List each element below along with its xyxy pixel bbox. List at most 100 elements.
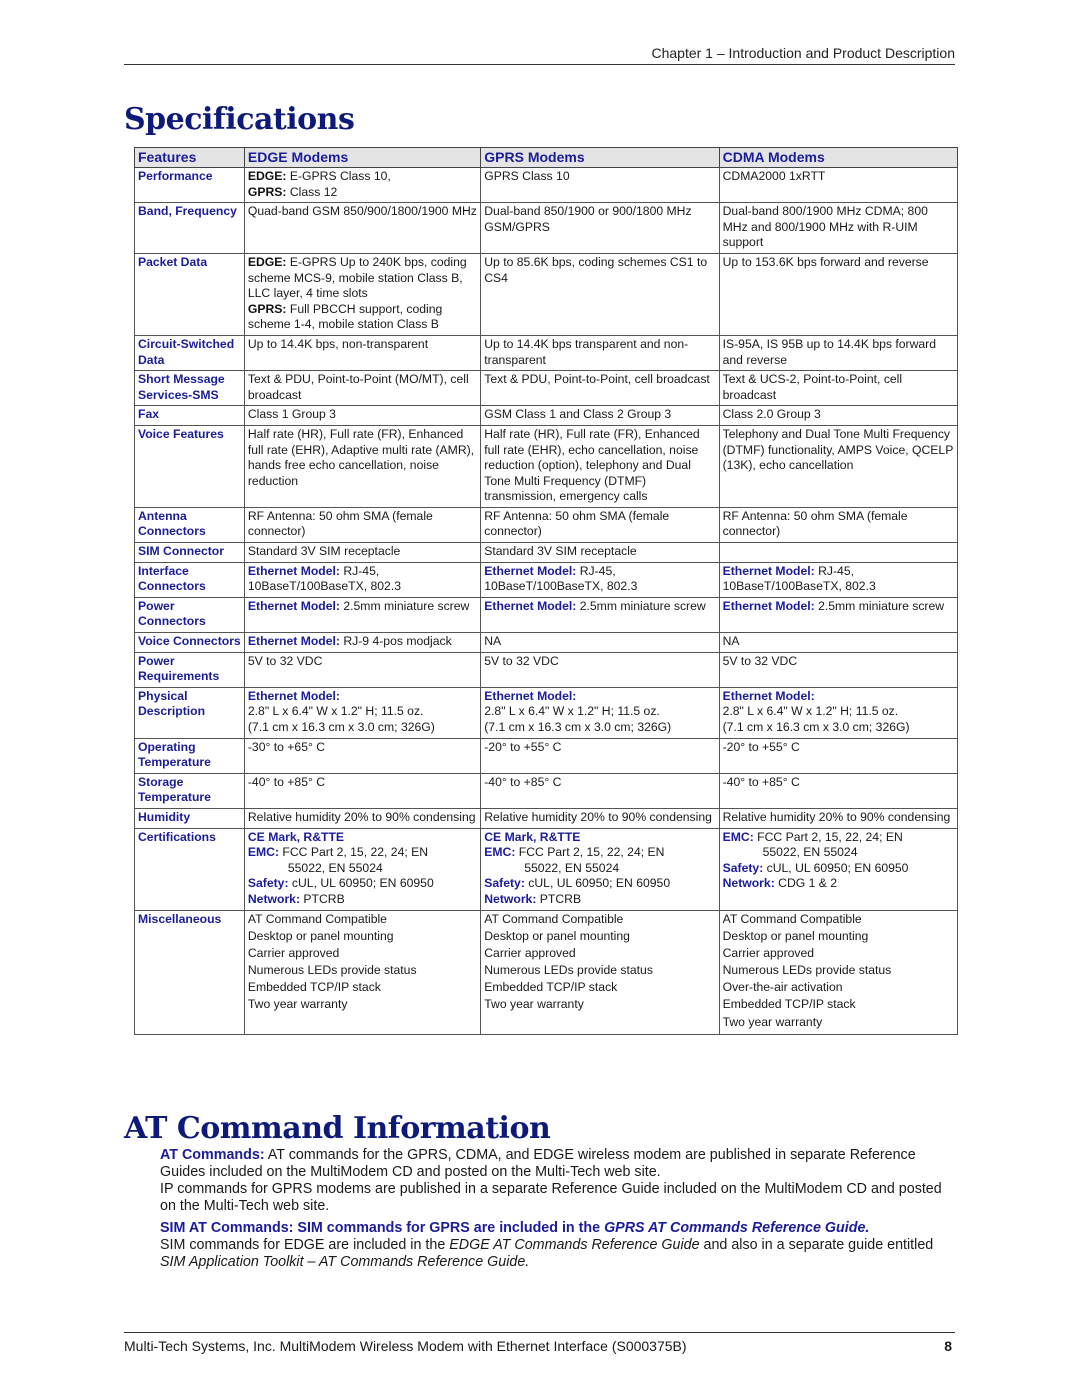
- gprs-cell: GSM Class 1 and Class 2 Group 3: [480, 405, 720, 426]
- table-header-row: Features EDGE Modems GPRS Modems CDMA Mo…: [134, 147, 959, 168]
- table-row-interface-connectors: Interface Connectors Ethernet Model: RJ-…: [134, 561, 959, 598]
- feature-label: Voice Features: [134, 424, 245, 508]
- feature-label: Miscellaneous: [134, 909, 245, 1035]
- edge-cell: Quad-band GSM 850/900/1800/1900 MHz: [243, 202, 482, 254]
- at-command-heading: AT Command Information: [124, 1111, 551, 1146]
- table-row-certifications: Certifications CE Mark, R&TTE EMC: FCC P…: [134, 827, 959, 911]
- table-row-power-requirements: Power Requirements 5V to 32 VDC 5V to 32…: [134, 651, 959, 688]
- cdma-cell: -40° to +85° C: [718, 772, 959, 809]
- table-row-antenna: Antenna Connectors RF Antenna: 50 ohm SM…: [134, 506, 959, 544]
- gprs-cell: GPRS Class 10: [480, 166, 720, 204]
- edge-cell: Relative humidity 20% to 90% condensing: [243, 807, 482, 829]
- page-number: 8: [944, 1338, 952, 1354]
- cdma-cell: Text & UCS-2, Point-to-Point, cell broad…: [718, 370, 959, 407]
- edge-cell: Ethernet Model: RJ-9 4-pos modjack: [243, 632, 482, 653]
- cdma-cell: Relative humidity 20% to 90% condensing: [718, 807, 959, 829]
- edge-cell: CE Mark, R&TTE EMC: FCC Part 2, 15, 22, …: [243, 827, 482, 911]
- feature-label: Antenna Connectors: [134, 506, 245, 544]
- gprs-cell: CE Mark, R&TTE EMC: FCC Part 2, 15, 22, …: [480, 827, 720, 911]
- specifications-table: Features EDGE Modems GPRS Modems CDMA Mo…: [134, 147, 959, 1035]
- edge-cell: Up to 14.4K bps, non-transparent: [243, 334, 482, 372]
- gprs-cell: NA: [480, 632, 720, 653]
- feature-label: Packet Data: [134, 252, 245, 336]
- column-header-gprs: GPRS Modems: [480, 147, 720, 168]
- gprs-cell: RF Antenna: 50 ohm SMA (female connector…: [480, 506, 720, 544]
- table-row-storage-temperature: Storage Temperature -40° to +85° C -40° …: [134, 772, 959, 809]
- at-commands-paragraph: AT Commands: AT commands for the GPRS, C…: [160, 1147, 916, 1180]
- gprs-cell: Up to 14.4K bps transparent and non-tran…: [480, 334, 720, 372]
- edge-cell: Class 1 Group 3: [243, 405, 482, 426]
- gprs-cell: Ethernet Model: 2.8" L x 6.4" W x 1.2" H…: [480, 686, 720, 739]
- edge-cell: -30° to +65° C: [243, 737, 482, 774]
- feature-label: Band, Frequency: [134, 202, 245, 254]
- table-row-operating-temperature: Operating Temperature -30° to +65° C -20…: [134, 737, 959, 774]
- edge-cell: Ethernet Model: RJ-45, 10BaseT/100BaseTX…: [243, 561, 482, 598]
- feature-label: Performance: [134, 166, 245, 204]
- cdma-cell: Up to 153.6K bps forward and reverse: [718, 252, 959, 336]
- edge-cell: 5V to 32 VDC: [243, 651, 482, 688]
- table-row-performance: Performance EDGE: E-GPRS Class 10, GPRS:…: [134, 166, 959, 204]
- table-row-humidity: Humidity Relative humidity 20% to 90% co…: [134, 807, 959, 829]
- cdma-cell: Ethernet Model: 2.5mm miniature screw: [718, 596, 959, 634]
- table-row-voice-features: Voice Features Half rate (HR), Full rate…: [134, 424, 959, 508]
- column-header-edge: EDGE Modems: [243, 147, 482, 168]
- cdma-cell: Ethernet Model: RJ-45, 10BaseT/100BaseTX…: [718, 561, 959, 598]
- sim-edge-paragraph: SIM commands for EDGE are included in th…: [160, 1237, 934, 1270]
- feature-label: Circuit-Switched Data: [134, 334, 245, 372]
- gprs-cell: Relative humidity 20% to 90% condensing: [480, 807, 720, 829]
- table-row-sim-connector: SIM Connector Standard 3V SIM receptacle…: [134, 542, 959, 563]
- gprs-cell: Half rate (HR), Full rate (FR), Enhanced…: [480, 424, 720, 508]
- cdma-cell: Dual-band 800/1900 MHz CDMA; 800 MHz and…: [718, 202, 959, 254]
- table-row-power-connectors: Power Connectors Ethernet Model: 2.5mm m…: [134, 596, 959, 634]
- edge-cell: Standard 3V SIM receptacle: [243, 542, 482, 563]
- feature-label: Power Connectors: [134, 596, 245, 634]
- ip-commands-paragraph: IP commands for GPRS modems are publishe…: [160, 1181, 942, 1214]
- edge-cell: EDGE: E-GPRS Class 10, GPRS: Class 12: [243, 166, 482, 204]
- feature-label: SIM Connector: [134, 542, 245, 563]
- gprs-cell: -20° to +55° C: [480, 737, 720, 774]
- gprs-cell: Up to 85.6K bps, coding schemes CS1 to C…: [480, 252, 720, 336]
- cdma-cell: RF Antenna: 50 ohm SMA (female connector…: [718, 506, 959, 544]
- table-row-packet-data: Packet Data EDGE: E-GPRS Up to 240K bps,…: [134, 252, 959, 336]
- feature-label: Storage Temperature: [134, 772, 245, 809]
- table-row-sms: Short Message Services-SMS Text & PDU, P…: [134, 370, 959, 407]
- cdma-cell: IS-95A, IS 95B up to 14.4K bps forward a…: [718, 334, 959, 372]
- gprs-cell: Dual-band 850/1900 or 900/1800 MHz GSM/G…: [480, 202, 720, 254]
- edge-cell: Text & PDU, Point-to-Point (MO/MT), cell…: [243, 370, 482, 407]
- sim-at-commands-paragraph: SIM AT Commands: SIM commands for GPRS a…: [160, 1220, 870, 1236]
- gprs-cell: -40° to +85° C: [480, 772, 720, 809]
- table-row-miscellaneous: Miscellaneous AT Command Compatible Desk…: [134, 909, 959, 1035]
- edge-cell: -40° to +85° C: [243, 772, 482, 809]
- cdma-cell: EMC: FCC Part 2, 15, 22, 24; EN 55022, E…: [718, 827, 959, 911]
- edge-cell: EDGE: E-GPRS Up to 240K bps, coding sche…: [243, 252, 482, 336]
- gprs-cell: Ethernet Model: RJ-45, 10BaseT/100BaseTX…: [480, 561, 720, 598]
- gprs-cell: Standard 3V SIM receptacle: [480, 542, 720, 563]
- edge-cell: Ethernet Model: 2.5mm miniature screw: [243, 596, 482, 634]
- cdma-cell: NA: [718, 632, 959, 653]
- specifications-heading: Specifications: [124, 102, 355, 137]
- cdma-cell: CDMA2000 1xRTT: [718, 166, 959, 204]
- table-row-band: Band, Frequency Quad-band GSM 850/900/18…: [134, 202, 959, 254]
- cdma-cell: -20° to +55° C: [718, 737, 959, 774]
- column-header-features: Features: [134, 147, 245, 168]
- table-row-voice-connectors: Voice Connectors Ethernet Model: RJ-9 4-…: [134, 632, 959, 653]
- table-row-physical-description: Physical Description Ethernet Model: 2.8…: [134, 686, 959, 739]
- edge-cell: AT Command Compatible Desktop or panel m…: [243, 909, 482, 1035]
- feature-label: Interface Connectors: [134, 561, 245, 598]
- feature-label: Short Message Services-SMS: [134, 370, 245, 407]
- footer-text: Multi-Tech Systems, Inc. MultiModem Wire…: [124, 1338, 687, 1354]
- cdma-cell: Class 2.0 Group 3: [718, 405, 959, 426]
- cdma-cell: [718, 542, 959, 563]
- table-row-circuit-switched: Circuit-Switched Data Up to 14.4K bps, n…: [134, 334, 959, 372]
- column-header-cdma: CDMA Modems: [718, 147, 959, 168]
- table-row-fax: Fax Class 1 Group 3 GSM Class 1 and Clas…: [134, 405, 959, 426]
- gprs-cell: 5V to 32 VDC: [480, 651, 720, 688]
- feature-label: Humidity: [134, 807, 245, 829]
- edge-cell: Half rate (HR), Full rate (FR), Enhanced…: [243, 424, 482, 508]
- edge-cell: Ethernet Model: 2.8" L x 6.4" W x 1.2" H…: [243, 686, 482, 739]
- page-header: Chapter 1 – Introduction and Product Des…: [124, 44, 955, 65]
- feature-label: Operating Temperature: [134, 737, 245, 774]
- gprs-cell: Text & PDU, Point-to-Point, cell broadca…: [480, 370, 720, 407]
- feature-label: Certifications: [134, 827, 245, 911]
- feature-label: Voice Connectors: [134, 632, 245, 653]
